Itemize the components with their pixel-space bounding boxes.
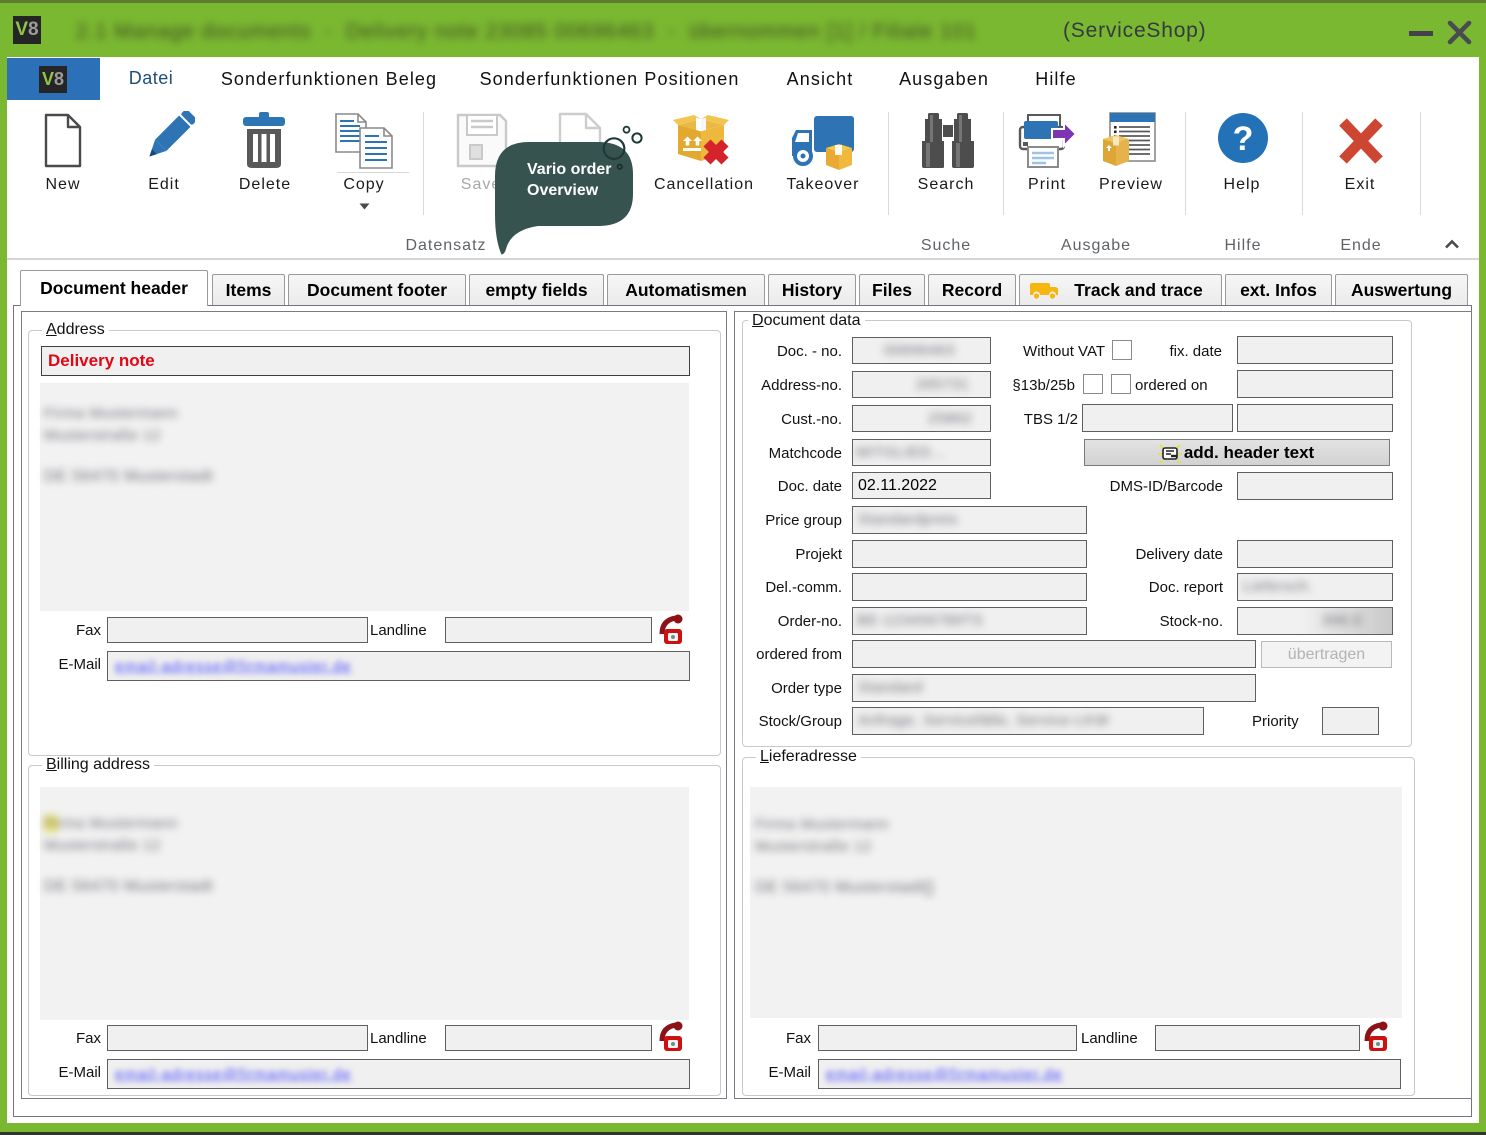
svg-text:?: ?: [1233, 120, 1254, 158]
